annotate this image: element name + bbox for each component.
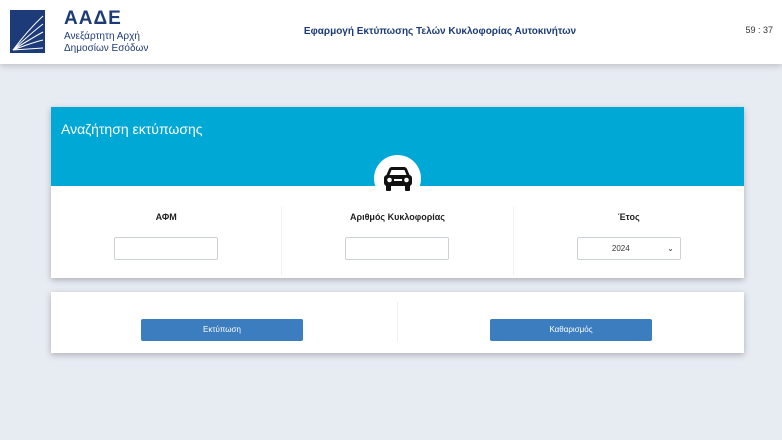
search-card-header: Αναζήτηση εκτύπωσης xyxy=(51,107,744,202)
year-select-value: 2024 xyxy=(611,244,630,253)
session-timer: 59 : 37 xyxy=(745,25,773,35)
search-fields: ΑΦΜ Αριθμός Κυκλοφορίας Έτος 2024 ⌄ xyxy=(51,207,744,275)
year-field-group: Έτος 2024 ⌄ xyxy=(514,207,744,275)
chevron-down-icon: ⌄ xyxy=(667,244,674,253)
search-card: Αναζήτηση εκτύπωσης ΑΦΜ Αριθμός Κυκλοφορ… xyxy=(51,107,744,278)
car-badge xyxy=(374,155,421,202)
logo-subtitle-line2: Δημοσίων Εσόδων xyxy=(64,43,149,54)
aade-logo-icon xyxy=(10,10,45,53)
car-icon xyxy=(383,166,412,191)
app-title: Εφαρμογή Εκτύπωσης Τελών Κυκλοφορίας Αυτ… xyxy=(303,26,577,37)
afm-label: ΑΦΜ xyxy=(155,212,177,222)
actions-divider xyxy=(397,302,398,342)
logo-subtitle: Ανεξάρτητη Αρχή Δημοσίων Εσόδων xyxy=(64,31,148,55)
year-select[interactable]: 2024 ⌄ xyxy=(576,237,681,260)
afm-field-group: ΑΦΜ xyxy=(51,207,283,275)
clear-button[interactable]: Καθαρισμός xyxy=(490,319,652,341)
print-button[interactable]: Εκτύπωση xyxy=(141,319,303,341)
plate-label: Αριθμός Κυκλοφορίας xyxy=(350,212,445,222)
search-card-title: Αναζήτηση εκτύπωσης xyxy=(61,121,203,137)
logo-subtitle-line1: Ανεξάρτητη Αρχή xyxy=(64,31,140,42)
actions-card: Εκτύπωση Καθαρισμός xyxy=(51,292,744,353)
logo-title: ΑΑΔΕ xyxy=(64,8,122,29)
year-label: Έτος xyxy=(618,212,640,222)
top-bar: ΑΑΔΕ Ανεξάρτητη Αρχή Δημοσίων Εσόδων Εφα… xyxy=(0,0,782,64)
plate-field-group: Αριθμός Κυκλοφορίας xyxy=(282,207,514,275)
plate-number-input[interactable] xyxy=(345,237,450,260)
afm-input[interactable] xyxy=(114,237,219,260)
